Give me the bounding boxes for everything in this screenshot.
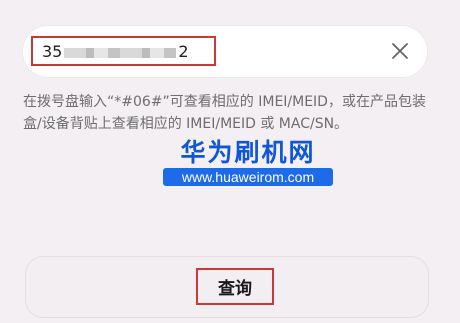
- imei-value-suffix: 2: [178, 42, 189, 61]
- imei-input-highlight[interactable]: 35 2: [31, 36, 216, 66]
- imei-input-row[interactable]: 35 2: [23, 26, 427, 77]
- imei-value-prefix: 35: [42, 42, 63, 61]
- imei-hint-text: 在拨号盘输入“*#06#”可查看相应的 IMEI/MEID，或在产品包装盒/设备…: [23, 94, 426, 132]
- imei-redaction: [64, 47, 177, 58]
- imei-query-page: 35 2 在拨号盘输入“*#06#”可查看相应的 IMEI/MEID，或在产品包装…: [0, 0, 460, 323]
- watermark-url: www.huaweirom.com: [163, 168, 333, 186]
- close-icon[interactable]: [391, 42, 409, 60]
- query-button-area: 查询: [25, 256, 429, 318]
- imei-input-value[interactable]: 35 2: [42, 41, 189, 63]
- watermark-title: 华为刷机网: [180, 139, 316, 167]
- query-button[interactable]: 查询: [196, 268, 274, 305]
